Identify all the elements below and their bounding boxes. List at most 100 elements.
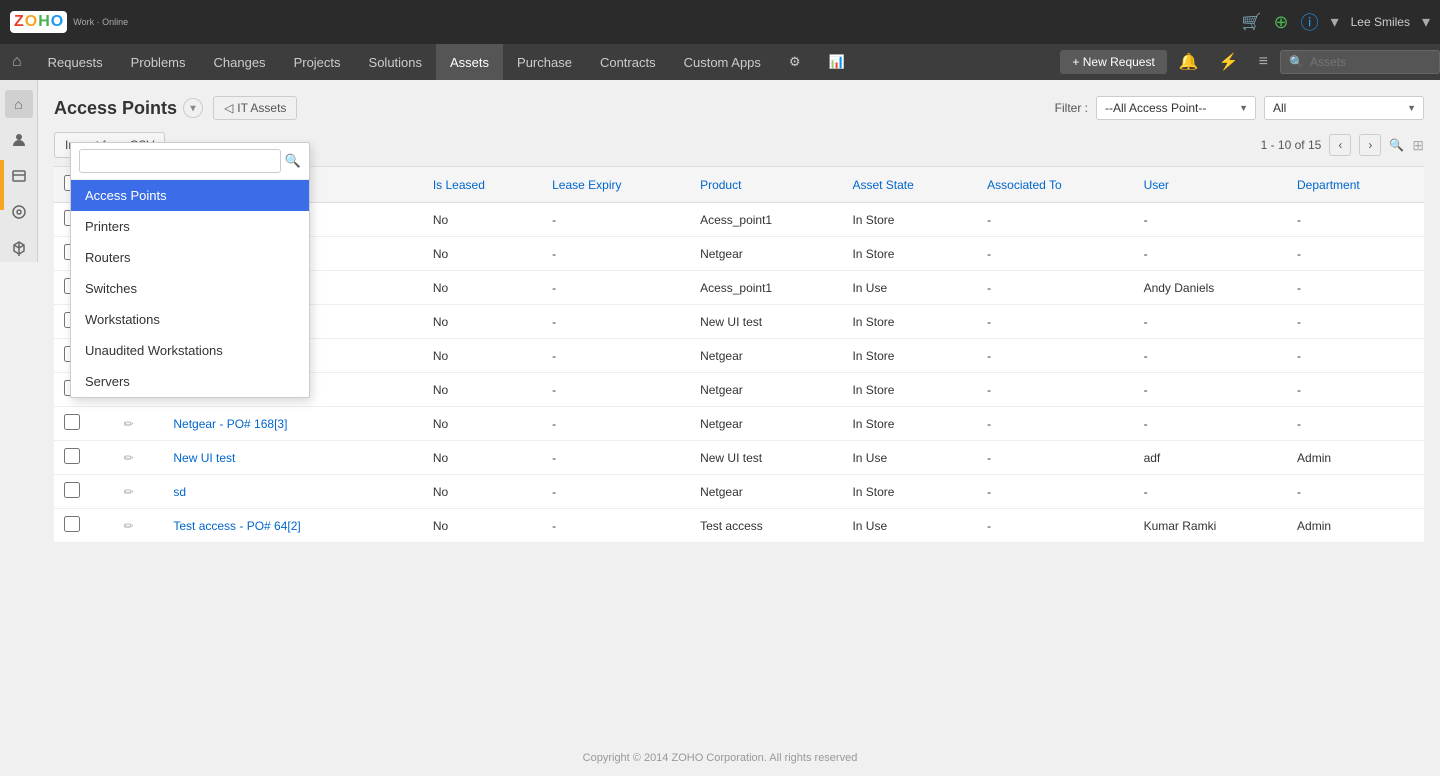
dropdown-search-input[interactable]	[79, 149, 281, 173]
asset-name-link[interactable]: sd	[173, 485, 186, 499]
top-right-bar: 🛒 ⊕ ⓘ ▾ Lee Smiles ▾	[1242, 9, 1430, 35]
dropdown-item-access-points[interactable]: Access Points	[71, 180, 309, 211]
row-is-leased: No	[423, 237, 542, 271]
chevron-down-icon[interactable]: ▾	[1331, 12, 1339, 32]
help-icon[interactable]: ⓘ	[1301, 9, 1319, 35]
edit-icon[interactable]: ✏	[124, 417, 134, 431]
global-search-box[interactable]: 🔍	[1280, 50, 1440, 74]
nav-item-chart[interactable]: 📊	[815, 44, 859, 80]
nav-item-purchase[interactable]: Purchase	[503, 44, 586, 80]
asset-name-link[interactable]: New UI test	[173, 451, 235, 465]
edit-icon[interactable]: ✏	[124, 485, 134, 499]
nav-item-contracts[interactable]: Contracts	[586, 44, 670, 80]
dropdown-item-workstations[interactable]: Workstations	[71, 304, 309, 335]
list-icon[interactable]: ≡	[1251, 53, 1276, 71]
notification-bell-icon[interactable]: 🔔	[1171, 52, 1207, 72]
sidebar-icon-box[interactable]	[5, 162, 33, 190]
row-associated-to: -	[977, 203, 1133, 237]
nav-right-actions: + New Request 🔔 ⚡ ≡ 🔍	[1060, 50, 1440, 74]
it-assets-breadcrumb-button[interactable]: ◁ IT Assets	[213, 96, 297, 120]
row-asset-state: In Store	[842, 237, 977, 271]
row-department: -	[1287, 271, 1424, 305]
row-lease-expiry: -	[542, 441, 690, 475]
row-checkbox[interactable]	[64, 448, 80, 464]
dropdown-item-servers[interactable]: Servers	[71, 366, 309, 397]
nav-item-requests[interactable]: Requests	[34, 44, 117, 80]
sidebar-icon-home[interactable]: ⌂	[5, 90, 33, 118]
content-header: Access Points ▾ ◁ IT Assets Filter : --A…	[54, 96, 1424, 120]
row-department: -	[1287, 407, 1424, 441]
row-lease-expiry: -	[542, 305, 690, 339]
row-checkbox-cell[interactable]	[54, 475, 114, 509]
row-associated-to: -	[977, 475, 1133, 509]
row-lease-expiry: -	[542, 271, 690, 305]
row-product: Netgear	[690, 407, 842, 441]
row-checkbox[interactable]	[64, 516, 80, 532]
row-asset-name: Test access - PO# 64[2]	[163, 509, 422, 543]
filter-select-2[interactable]: All	[1264, 96, 1424, 120]
nav-item-custom-apps[interactable]: Custom Apps	[670, 44, 775, 80]
row-checkbox-cell[interactable]	[54, 407, 114, 441]
dropdown-item-switches[interactable]: Switches	[71, 273, 309, 304]
nav-item-settings[interactable]: ⚙	[775, 44, 815, 80]
row-associated-to: -	[977, 271, 1133, 305]
row-asset-state: In Store	[842, 203, 977, 237]
home-nav-item[interactable]: ⌂	[0, 44, 34, 80]
row-lease-expiry: -	[542, 509, 690, 543]
col-associated-to: Associated To	[977, 167, 1133, 203]
prev-page-button[interactable]: ‹	[1329, 134, 1351, 156]
plus-circle-icon[interactable]: ⊕	[1273, 12, 1288, 33]
nav-item-solutions[interactable]: Solutions	[355, 44, 436, 80]
asset-name-link[interactable]: Test access - PO# 64[2]	[173, 519, 300, 533]
row-edit-cell: ✏	[114, 407, 164, 441]
row-checkbox[interactable]	[64, 482, 80, 498]
dropdown-item-routers[interactable]: Routers	[71, 242, 309, 273]
row-edit-cell: ✏	[114, 475, 164, 509]
sidebar-icon-cube[interactable]	[5, 234, 33, 262]
lightning-icon[interactable]: ⚡	[1211, 52, 1247, 72]
filter-select[interactable]: --All Access Point-- In Store In Use	[1096, 96, 1256, 120]
search-icon-pagination[interactable]: 🔍	[1389, 138, 1404, 152]
col-asset-state: Asset State	[842, 167, 977, 203]
row-lease-expiry: -	[542, 203, 690, 237]
row-product: Netgear	[690, 475, 842, 509]
sidebar-icon-user[interactable]	[5, 126, 33, 154]
sidebar-icon-disc[interactable]	[5, 198, 33, 226]
row-is-leased: No	[423, 305, 542, 339]
asset-name-link[interactable]: Netgear - PO# 168[3]	[173, 417, 287, 431]
nav-item-assets[interactable]: Assets	[436, 44, 503, 80]
user-name[interactable]: Lee Smiles	[1351, 15, 1410, 29]
dropdown-item-unaudited-workstations[interactable]: Unaudited Workstations	[71, 335, 309, 366]
cart-icon[interactable]: 🛒	[1242, 12, 1262, 32]
row-associated-to: -	[977, 305, 1133, 339]
user-chevron-icon[interactable]: ▾	[1422, 12, 1430, 32]
edit-icon[interactable]: ✏	[124, 451, 134, 465]
nav-item-changes[interactable]: Changes	[200, 44, 280, 80]
row-is-leased: No	[423, 407, 542, 441]
filter-select-wrap-2: All	[1264, 96, 1424, 120]
next-page-button[interactable]: ›	[1359, 134, 1381, 156]
row-associated-to: -	[977, 407, 1133, 441]
dropdown-item-printers[interactable]: Printers	[71, 211, 309, 242]
new-request-button[interactable]: + New Request	[1060, 50, 1166, 74]
title-dropdown-trigger[interactable]: ▾	[183, 98, 203, 118]
pagination-info: 1 - 10 of 15 ‹ › 🔍 ⊞	[1261, 134, 1424, 156]
row-checkbox-cell[interactable]	[54, 509, 114, 543]
footer-text: Copyright © 2014 ZOHO Corporation. All r…	[583, 752, 858, 764]
row-asset-state: In Store	[842, 407, 977, 441]
row-asset-state: In Use	[842, 271, 977, 305]
nav-item-problems[interactable]: Problems	[117, 44, 200, 80]
row-checkbox-cell[interactable]	[54, 441, 114, 475]
nav-item-projects[interactable]: Projects	[280, 44, 355, 80]
row-department: -	[1287, 237, 1424, 271]
row-is-leased: No	[423, 203, 542, 237]
grid-icon[interactable]: ⊞	[1412, 137, 1424, 154]
row-checkbox[interactable]	[64, 414, 80, 430]
row-asset-name: sd	[163, 475, 422, 509]
row-user: Andy Daniels	[1134, 271, 1287, 305]
row-product: Netgear	[690, 237, 842, 271]
edit-icon[interactable]: ✏	[124, 519, 134, 533]
global-search-input[interactable]	[1310, 55, 1431, 69]
row-product: Acess_point1	[690, 203, 842, 237]
dropdown-search-icon: 🔍	[285, 153, 301, 169]
